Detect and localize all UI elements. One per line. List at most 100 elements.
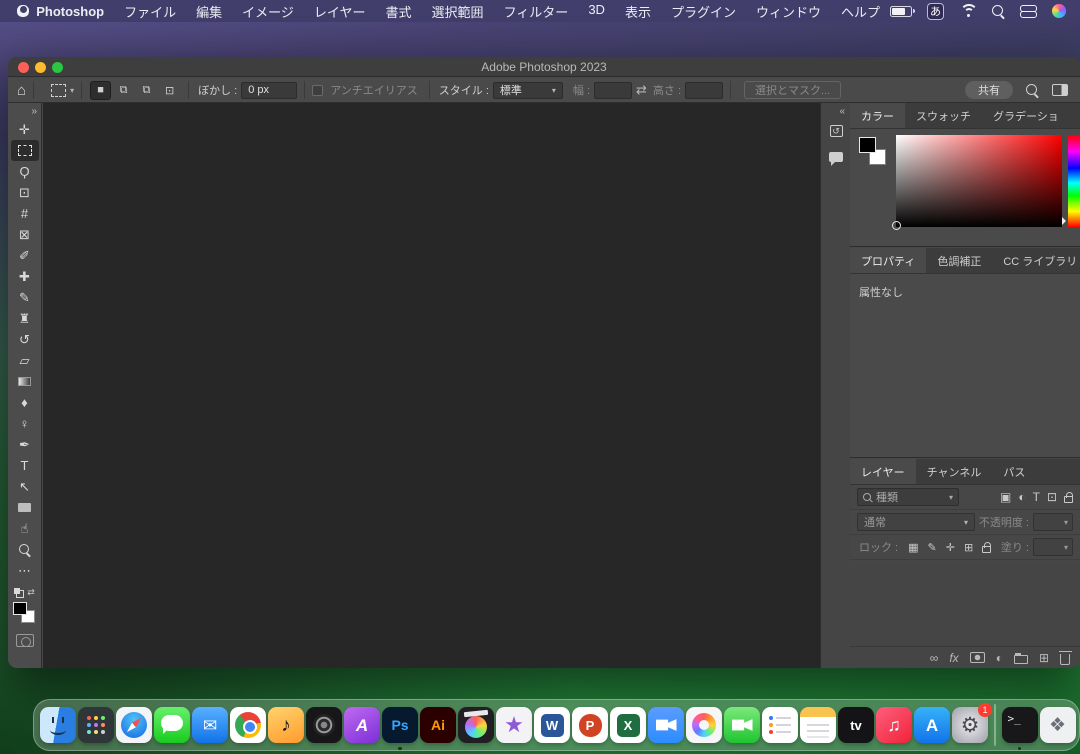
control-center-icon[interactable] [1020, 5, 1037, 18]
eraser-tool[interactable]: ▱ [11, 350, 39, 371]
lock-image-pixels-icon[interactable]: ✎ [928, 541, 937, 554]
new-selection-button[interactable]: ■ [90, 81, 111, 100]
menu-item-0[interactable]: ファイル [114, 2, 186, 21]
move-tool[interactable]: ✛ [11, 119, 39, 140]
music[interactable]: ♫ [876, 707, 912, 743]
delete-layer-icon[interactable] [1060, 654, 1070, 665]
gradient-tool[interactable] [11, 371, 39, 392]
lock-transparent-pixels-icon[interactable]: ▦ [908, 541, 918, 554]
history-brush-tool[interactable]: ↺ [11, 329, 39, 350]
tab-color-0[interactable]: カラー [850, 103, 905, 128]
blur-tool[interactable]: ♦ [11, 392, 39, 413]
tab-color-2[interactable]: グラデーショ [982, 103, 1070, 128]
current-tool-preset[interactable]: ▾ [51, 84, 74, 97]
imovie[interactable]: ★ [496, 707, 532, 743]
opacity-input[interactable]: ▾ [1033, 513, 1073, 531]
menu-item-2[interactable]: イメージ [232, 2, 304, 21]
lock-position-icon[interactable]: ✛ [946, 541, 955, 554]
menu-item-9[interactable]: プラグイン [661, 2, 746, 21]
minimize-button[interactable] [35, 62, 46, 73]
notes[interactable] [800, 707, 836, 743]
menu-item-6[interactable]: フィルター [494, 2, 579, 21]
color-picker-indicator[interactable] [892, 221, 901, 230]
select-and-mask-button[interactable]: 選択とマスク... [744, 81, 841, 99]
style-select[interactable]: 標準 ▾ [493, 82, 563, 99]
filter-type-icon[interactable]: T [1033, 490, 1040, 504]
close-button[interactable] [18, 62, 29, 73]
word[interactable]: W [534, 707, 570, 743]
blend-mode-select[interactable]: 通常 ▾ [857, 513, 975, 531]
final-cut-pro[interactable] [458, 707, 494, 743]
zoom-button[interactable] [52, 62, 63, 73]
eyedropper-tool[interactable]: ✐ [11, 245, 39, 266]
lock-all-icon[interactable] [982, 546, 991, 553]
apple-menu[interactable] [14, 0, 26, 22]
photoshop[interactable]: Ps [382, 707, 418, 743]
frame-tool[interactable]: ⊠ [11, 224, 39, 245]
tab-properties-1[interactable]: 色調補正 [926, 248, 992, 273]
tab-color-1[interactable]: スウォッチ [905, 103, 982, 128]
apple-tv[interactable]: tv [838, 707, 874, 743]
illustrator[interactable]: Ai [420, 707, 456, 743]
launchpad[interactable] [78, 707, 114, 743]
link-layers-icon[interactable]: ∞ [930, 651, 939, 665]
excel[interactable]: X [610, 707, 646, 743]
menu-item-7[interactable]: 3D [578, 2, 615, 21]
tab-color-3[interactable]: パターン [1070, 103, 1080, 128]
collapse-panels-icon[interactable]: « [839, 106, 845, 117]
zoom[interactable] [648, 707, 684, 743]
hue-slider[interactable] [1068, 135, 1080, 227]
app-store[interactable]: A [914, 707, 950, 743]
fill-input[interactable]: ▾ [1033, 538, 1073, 556]
healing-brush-tool[interactable]: ✚ [11, 266, 39, 287]
chrome[interactable] [230, 707, 266, 743]
mail[interactable]: ✉ [192, 707, 228, 743]
clone-stamp-tool[interactable]: ♜ [11, 308, 39, 329]
pen-tool[interactable]: ✒ [11, 434, 39, 455]
search-icon[interactable] [1026, 84, 1039, 97]
tab-properties-2[interactable]: CC ライブラリ [992, 248, 1080, 273]
safari[interactable] [116, 707, 152, 743]
menu-item-8[interactable]: 表示 [615, 2, 661, 21]
facetime[interactable] [724, 707, 760, 743]
lock-artboard-icon[interactable]: ⊞ [964, 541, 973, 554]
reminders[interactable] [762, 707, 798, 743]
menu-item-1[interactable]: 編集 [186, 2, 232, 21]
menu-item-10[interactable]: ウィンドウ [746, 2, 831, 21]
filter-pixel-icon[interactable]: ▣ [1000, 490, 1011, 504]
menu-item-11[interactable]: ヘルプ [831, 2, 890, 21]
hand-tool[interactable]: ☝ [11, 518, 39, 539]
spotlight-icon[interactable] [992, 5, 1005, 18]
new-group-icon[interactable] [1014, 655, 1028, 664]
saturation-field[interactable] [896, 135, 1062, 227]
menu-item-5[interactable]: 選択範囲 [422, 2, 494, 21]
messages[interactable] [154, 707, 190, 743]
swap-dimensions-icon[interactable]: ⇄ [636, 82, 647, 98]
home-icon[interactable]: ⌂ [17, 82, 26, 99]
object-selection-tool[interactable]: ⊡ [11, 182, 39, 203]
files-app[interactable]: ❖ [1040, 707, 1076, 743]
tab-layers-1[interactable]: チャンネル [916, 459, 993, 484]
height-input[interactable] [685, 82, 723, 99]
filter-adjustment-icon[interactable]: ◐ [1018, 490, 1025, 504]
finder[interactable] [40, 707, 76, 743]
swap-colors-icon[interactable]: ⇄ [27, 587, 35, 598]
photos[interactable] [686, 707, 722, 743]
share-button[interactable]: 共有 [965, 81, 1013, 99]
workspace-icon[interactable] [1052, 84, 1068, 96]
history-panel-icon[interactable]: ↺ [827, 123, 845, 139]
intersect-selection-button[interactable]: ⊡ [159, 81, 180, 100]
menu-item-4[interactable]: 書式 [376, 2, 422, 21]
lasso-tool[interactable]: Ϙ [11, 161, 39, 182]
dodge-tool[interactable]: ♀ [11, 413, 39, 434]
adjustment-layer-icon[interactable]: ◐ [996, 651, 1003, 665]
feather-input[interactable]: 0 px [241, 82, 297, 99]
terminal[interactable]: >_ [1002, 707, 1038, 743]
filter-smart-object-icon[interactable] [1064, 496, 1073, 503]
powerpoint[interactable]: P [572, 707, 608, 743]
input-source-icon[interactable]: あ [927, 3, 944, 20]
expand-tools-icon[interactable]: » [31, 106, 37, 117]
battery-icon[interactable] [890, 6, 912, 17]
default-colors-icon[interactable]: ⇄ [14, 587, 35, 598]
zoom-tool[interactable] [11, 539, 39, 560]
